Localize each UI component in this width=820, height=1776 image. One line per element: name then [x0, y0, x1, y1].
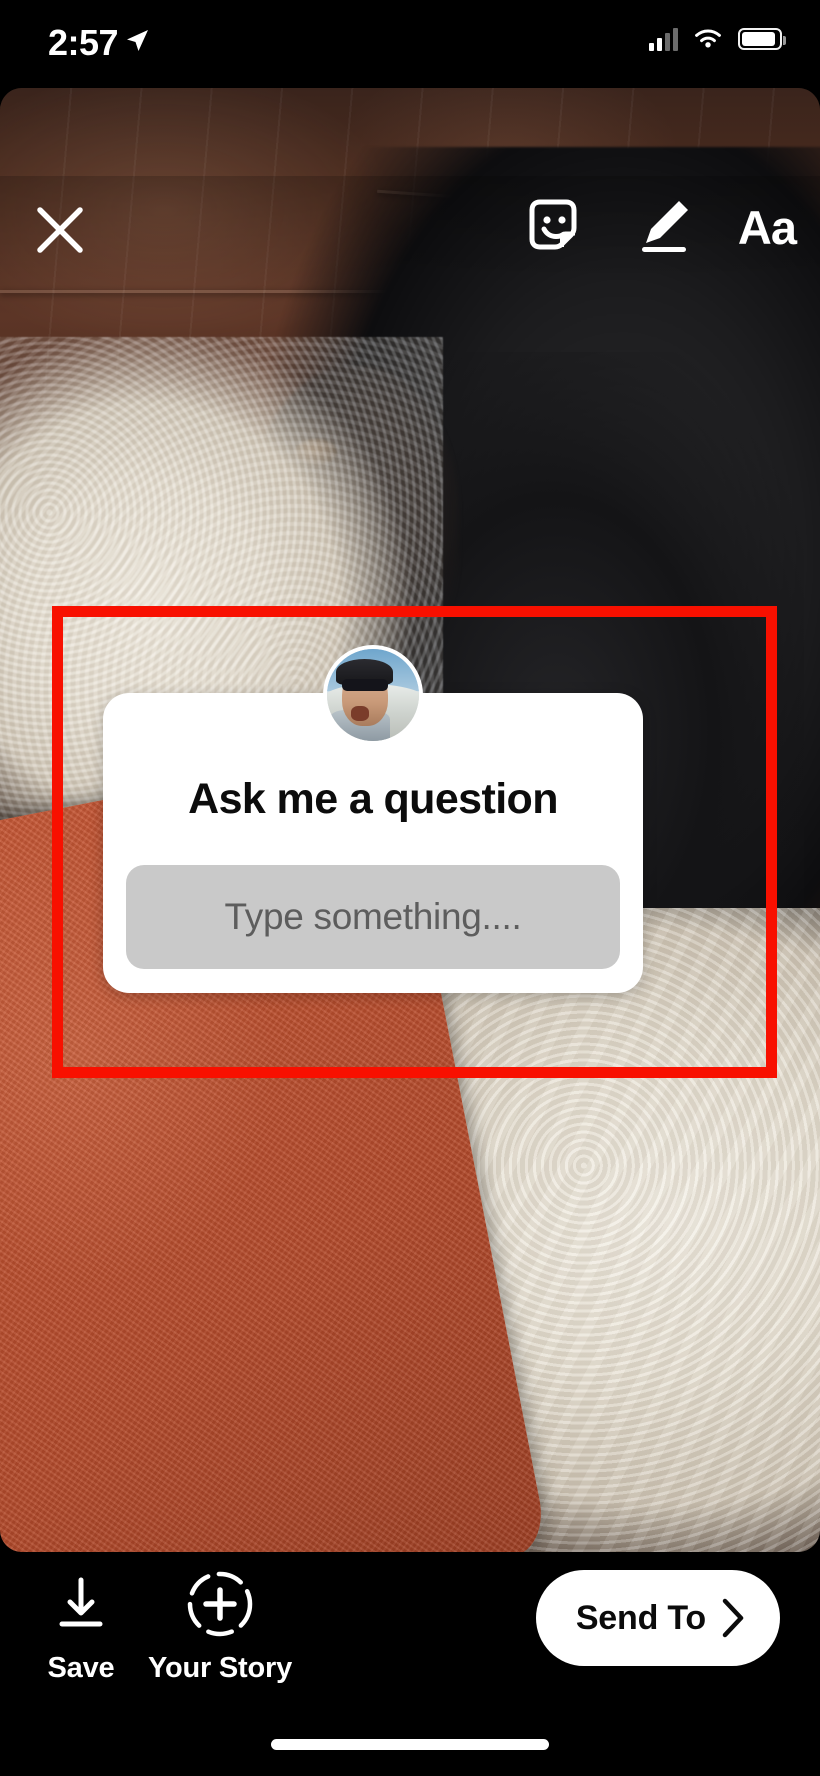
- question-sticker[interactable]: Ask me a question Type something....: [103, 645, 643, 993]
- editor-toolbar: Aa: [0, 176, 820, 284]
- your-story-button[interactable]: Your Story: [147, 1568, 293, 1685]
- sticker-icon[interactable]: [526, 196, 588, 258]
- battery-icon: [738, 28, 786, 50]
- close-icon[interactable]: [32, 202, 88, 258]
- avatar: [323, 645, 423, 745]
- wifi-icon: [695, 29, 721, 48]
- question-sticker-title: Ask me a question: [188, 775, 558, 823]
- status-bar-time: 2:57: [48, 22, 119, 63]
- status-bar-indicators: [649, 27, 786, 51]
- home-indicator[interactable]: [271, 1739, 549, 1750]
- save-button[interactable]: Save: [26, 1574, 136, 1685]
- send-to-label: Send To: [575, 1598, 706, 1637]
- status-bar: 2:57: [0, 0, 820, 88]
- location-arrow-icon: [127, 30, 148, 51]
- question-answer-input[interactable]: Type something....: [126, 865, 620, 969]
- download-arrow-icon: [59, 1577, 103, 1627]
- text-tool-icon[interactable]: Aa: [738, 204, 797, 251]
- add-to-story-icon: [187, 1571, 253, 1637]
- your-story-label: Your Story: [147, 1652, 293, 1684]
- cellular-signal-icon: [649, 27, 678, 51]
- question-input-placeholder: Type something....: [224, 896, 522, 937]
- chevron-right-icon: [722, 1598, 744, 1638]
- toolbar-actions: Aa: [526, 196, 797, 258]
- phone-screen: 2:57 Aa Ask me a question Type something…: [0, 0, 820, 1776]
- bottom-action-bar: Save Your Story Send To: [0, 1552, 820, 1776]
- save-label: Save: [47, 1652, 115, 1684]
- send-to-button[interactable]: Send To: [535, 1570, 780, 1666]
- pen-draw-icon[interactable]: [634, 197, 692, 257]
